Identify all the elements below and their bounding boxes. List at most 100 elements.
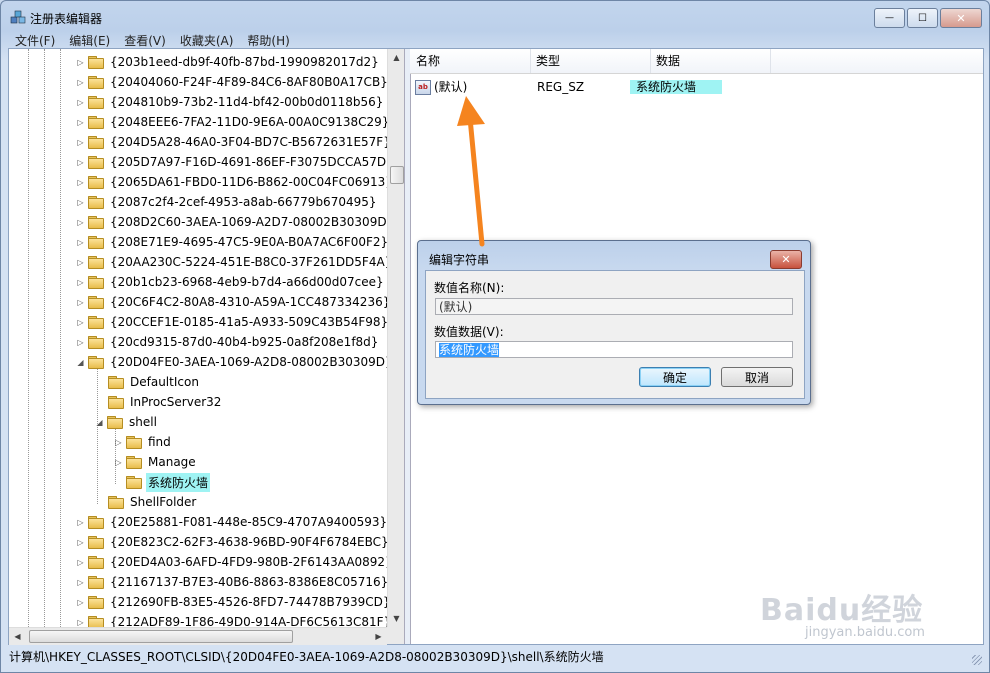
expand-icon[interactable]: ▷ (76, 78, 85, 87)
tree-vertical-scrollbar[interactable]: ▲ ▼ (387, 49, 405, 627)
tree-node-guid[interactable]: ▷ {204D5A28-46A0-3F04-BD7C-B5672631E57F} (76, 132, 393, 152)
tree-node-guid[interactable]: ▷ {20E823C2-62F3-4638-96BD-90F4F6784EBC} (76, 532, 391, 552)
folder-icon (88, 275, 104, 289)
tree-node-guid[interactable]: ▷ {20C6F4C2-80A8-4310-A59A-1CC487334236} (76, 292, 392, 312)
tree-node-label: {2065DA61-FBD0-11D6-B862-00C04FC06913} (110, 175, 393, 189)
column-header-data[interactable]: 数据 (650, 49, 771, 73)
list-row[interactable]: ab (默认) REG_SZ 系统防火墙 (410, 77, 983, 97)
expand-icon[interactable]: ▷ (114, 438, 123, 447)
window-title: 注册表编辑器 (30, 12, 103, 26)
folder-icon (88, 75, 104, 89)
folder-icon (88, 575, 104, 589)
column-header-name[interactable]: 名称 (410, 49, 531, 73)
expand-icon[interactable]: ▷ (76, 338, 85, 347)
key-tree[interactable]: ▷ {203b1eed-db9f-40fb-87bd-1990982017d2} ▷… (9, 49, 404, 627)
expand-icon[interactable]: ▷ (76, 258, 85, 267)
tree-node-guid[interactable]: ▷ {20ED4A03-6AFD-4FD9-980B-2F6143AA0892} (76, 552, 395, 572)
dialog-close-button[interactable]: ✕ (770, 250, 802, 269)
expand-icon[interactable]: ▷ (76, 618, 85, 627)
tree-node-guid[interactable]: ▷ {208D2C60-3AEA-1069-A2D7-08002B30309D} (76, 212, 396, 232)
column-header-type[interactable]: 类型 (530, 49, 651, 73)
tree-node-inprocserver32[interactable]: InProcServer32 (108, 392, 223, 412)
tree-node-label: shell (129, 415, 157, 429)
scroll-up-icon[interactable]: ▲ (388, 49, 405, 66)
expand-icon[interactable]: ▷ (76, 578, 85, 587)
value-name-field[interactable]: (默认) (435, 298, 793, 315)
value-type: REG_SZ (537, 80, 585, 94)
value-name: (默认) (434, 80, 468, 94)
tree-node-firewall[interactable]: 系统防火墙 (126, 472, 211, 492)
tree-guide (60, 49, 61, 627)
expand-icon[interactable]: ▷ (76, 278, 85, 287)
tree-node-guid[interactable]: ▷ {21167137-B7E3-40B6-8863-8386E8C05716} (76, 572, 390, 592)
tree-node-guid[interactable]: ▷ {20E25881-F081-448e-85C9-4707A9400593} (76, 512, 389, 532)
tree-node-shell[interactable]: ◢ shell (95, 412, 159, 432)
expand-icon[interactable]: ▷ (76, 158, 85, 167)
tree-node-label: DefaultIcon (130, 375, 199, 389)
tree-node-find[interactable]: ▷ find (114, 432, 173, 452)
menu-bar: 文件(F) 编辑(E) 查看(V) 收藏夹(A) 帮助(H) (8, 30, 297, 48)
tree-node-guid[interactable]: ▷ {2065DA61-FBD0-11D6-B862-00C04FC06913} (76, 172, 395, 192)
expand-icon[interactable]: ▷ (76, 518, 85, 527)
menu-edit[interactable]: 编辑(E) (62, 30, 117, 48)
scroll-down-icon[interactable]: ▼ (388, 610, 405, 627)
tree-node-guid[interactable]: ▷ {208E71E9-4695-47C5-9E0A-B0A7AC6F00F2} (76, 232, 390, 252)
tree-node-shellfolder[interactable]: ShellFolder (108, 492, 198, 512)
expand-icon[interactable]: ▷ (76, 98, 85, 107)
tree-node-guid[interactable]: ▷ {212ADF89-1F86-49D0-914A-DF6C5613C81F} (76, 612, 393, 627)
expand-icon[interactable]: ▷ (76, 238, 85, 247)
tree-node-guid[interactable]: ▷ {20cd9315-87d0-40b4-b925-0a8f208e1f8d} (76, 332, 380, 352)
tree-node-defaulticon[interactable]: DefaultIcon (108, 372, 201, 392)
tree-guide (28, 49, 29, 627)
expand-icon[interactable]: ▷ (76, 598, 85, 607)
title-bar[interactable]: 注册表编辑器 — ☐ ✕ (0, 0, 990, 30)
tree-node-label: Manage (148, 455, 196, 469)
folder-icon (88, 155, 104, 169)
tree-node-guid[interactable]: ▷ {20b1cb23-6968-4eb9-b7d4-a66d00d07cee} (76, 272, 386, 292)
collapse-icon[interactable]: ◢ (95, 418, 104, 427)
tree-node-guid[interactable]: ▷ {205D7A97-F16D-4691-86EF-F3075DCCA57D} (76, 152, 396, 172)
tree-node-guid[interactable]: ▷ {20CCEF1E-0185-41a5-A933-509C43B54F98} (76, 312, 390, 332)
scroll-thumb[interactable] (29, 630, 293, 643)
tree-node-guid[interactable]: ▷ {2087c2f4-2cef-4953-a8ab-66779b670495} (76, 192, 379, 212)
menu-file[interactable]: 文件(F) (8, 30, 62, 48)
tree-node-guid[interactable]: ▷ {212690FB-83E5-4526-8FD7-74478B7939CD} (76, 592, 393, 612)
tree-node-expanded-guid[interactable]: ◢ {20D04FE0-3AEA-1069-A2D8-08002B30309D} (76, 352, 395, 372)
menu-view[interactable]: 查看(V) (117, 30, 173, 48)
folder-icon (108, 395, 124, 409)
minimize-button[interactable]: — (874, 8, 905, 28)
tree-node-label: {204D5A28-46A0-3F04-BD7C-B5672631E57F} (110, 135, 391, 149)
tree-guide (44, 49, 45, 627)
menu-help[interactable]: 帮助(H) (240, 30, 296, 48)
expand-icon[interactable]: ▷ (76, 538, 85, 547)
tree-node-guid[interactable]: ▷ {20AA230C-5224-451E-B8C0-37F261DD5F4A} (76, 252, 394, 272)
tree-node-guid[interactable]: ▷ {20404060-F24F-4F89-84C6-8AF80B0A17CB} (76, 72, 390, 92)
expand-icon[interactable]: ▷ (76, 178, 85, 187)
tree-node-manage[interactable]: ▷ Manage (114, 452, 198, 472)
expand-icon[interactable]: ▷ (76, 118, 85, 127)
expand-icon[interactable]: ▷ (76, 138, 85, 147)
tree-node-guid[interactable]: ▷ {204810b9-73b2-11d4-bf42-00b0d0118b56} (76, 92, 385, 112)
resize-grip[interactable] (972, 655, 982, 665)
collapse-icon[interactable]: ◢ (76, 358, 85, 367)
maximize-button[interactable]: ☐ (907, 8, 938, 28)
cancel-button[interactable]: 取消 (721, 367, 793, 387)
folder-icon (108, 495, 124, 509)
menu-favorites[interactable]: 收藏夹(A) (173, 30, 241, 48)
folder-icon (88, 115, 104, 129)
expand-icon[interactable]: ▷ (76, 318, 85, 327)
folder-icon (126, 475, 142, 489)
expand-icon[interactable]: ▷ (114, 458, 123, 467)
close-button[interactable]: ✕ (940, 8, 982, 28)
scroll-thumb[interactable] (390, 166, 404, 184)
expand-icon[interactable]: ▷ (76, 58, 85, 67)
tree-node-guid[interactable]: ▷ {203b1eed-db9f-40fb-87bd-1990982017d2} (76, 52, 381, 72)
expand-icon[interactable]: ▷ (76, 198, 85, 207)
expand-icon[interactable]: ▷ (76, 298, 85, 307)
ok-button[interactable]: 确定 (639, 367, 711, 387)
tree-node-guid[interactable]: ▷ {2048EEE6-7FA2-11D0-9E6A-00A0C9138C29} (76, 112, 391, 132)
expand-icon[interactable]: ▷ (76, 218, 85, 227)
expand-icon[interactable]: ▷ (76, 558, 85, 567)
value-data-field[interactable]: 系统防火墙 (435, 341, 793, 358)
folder-icon (88, 315, 104, 329)
